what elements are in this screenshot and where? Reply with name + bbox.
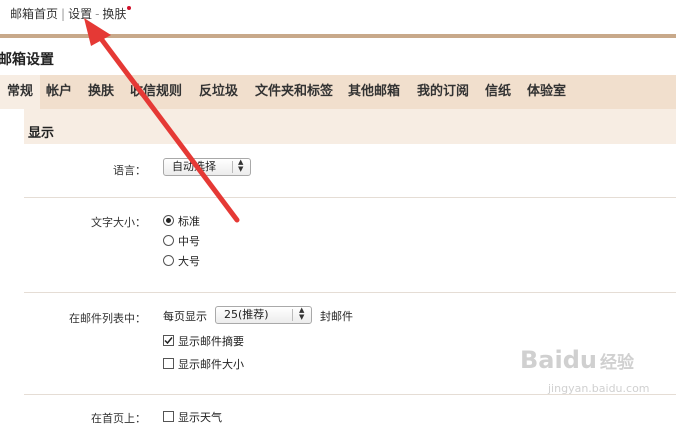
baidu-watermark: Baidu 经验: [520, 346, 634, 374]
watermark-url: jingyan.baidu.com: [548, 382, 650, 395]
watermark-cn: 经验: [599, 353, 634, 373]
watermark-paw: du: [562, 346, 597, 374]
watermark-brand: Bai: [520, 346, 563, 374]
